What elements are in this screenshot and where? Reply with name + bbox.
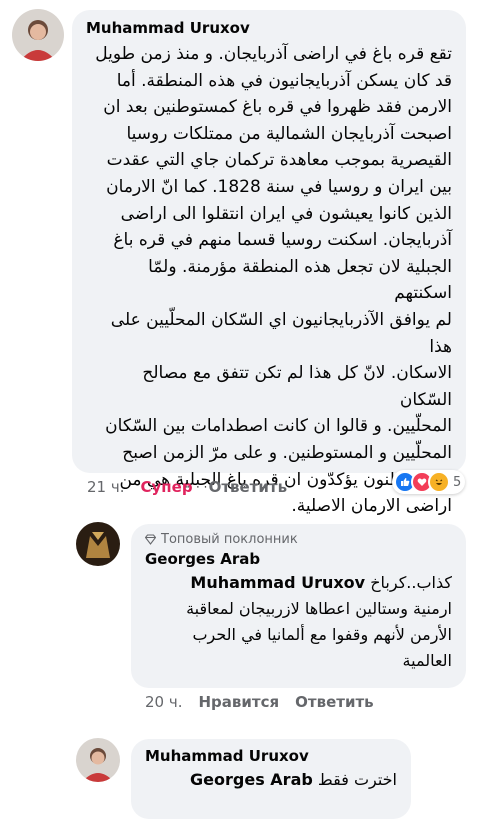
- reply-button[interactable]: Ответить: [209, 478, 288, 496]
- reply-button[interactable]: Ответить: [295, 693, 374, 711]
- reply-author[interactable]: Muhammad Uruxov: [145, 747, 397, 765]
- reply-text: ارمنية وستالين اعطاها لازربيجان لمعاقبة …: [186, 599, 452, 670]
- avatar[interactable]: [12, 9, 64, 61]
- diamond-icon: [145, 534, 156, 545]
- reaction-count: 5: [453, 474, 462, 490]
- reaction-button[interactable]: Супер: [141, 478, 193, 496]
- avatar[interactable]: [76, 522, 120, 566]
- haha-icon: [428, 471, 450, 493]
- comment-text: تقع قره باغ في اراضی آذربایجان. و منذ زم…: [95, 44, 452, 517]
- comment-actions: 21 ч. Супер Ответить: [87, 478, 303, 496]
- reply-bubble: Топовый поклонник Georges Arab كذاب..كرب…: [131, 524, 466, 688]
- mention-link[interactable]: Muhammad Uruxov: [190, 573, 365, 592]
- reply-time[interactable]: 20 ч.: [145, 693, 183, 711]
- reply-first-line: اخترت فقط Georges Arab: [145, 767, 397, 793]
- reply-first-text: اخترت فقط: [317, 770, 397, 789]
- reply-first-line: كذاب..كرباخ Muhammad Uruxov: [145, 570, 452, 596]
- reply-first-text: كذاب..كرباخ: [370, 573, 452, 592]
- reply-author[interactable]: Georges Arab: [145, 550, 452, 568]
- comment-author[interactable]: Muhammad Uruxov: [86, 19, 452, 37]
- mention-link[interactable]: Georges Arab: [190, 770, 313, 789]
- like-button[interactable]: Нравится: [199, 693, 280, 711]
- comment-time[interactable]: 21 ч.: [87, 478, 125, 496]
- reply-bubble: Muhammad Uruxov اخترت فقط Georges Arab: [131, 739, 411, 819]
- badge-label: Топовый поклонник: [161, 532, 298, 547]
- top-fan-badge: Топовый поклонник: [145, 532, 452, 547]
- reactions-summary[interactable]: 5: [392, 470, 466, 494]
- avatar[interactable]: [76, 738, 120, 782]
- comment-bubble: Muhammad Uruxov تقع قره باغ في اراضی آذر…: [72, 10, 466, 516]
- reply-actions: 20 ч. Нравится Ответить: [145, 693, 390, 711]
